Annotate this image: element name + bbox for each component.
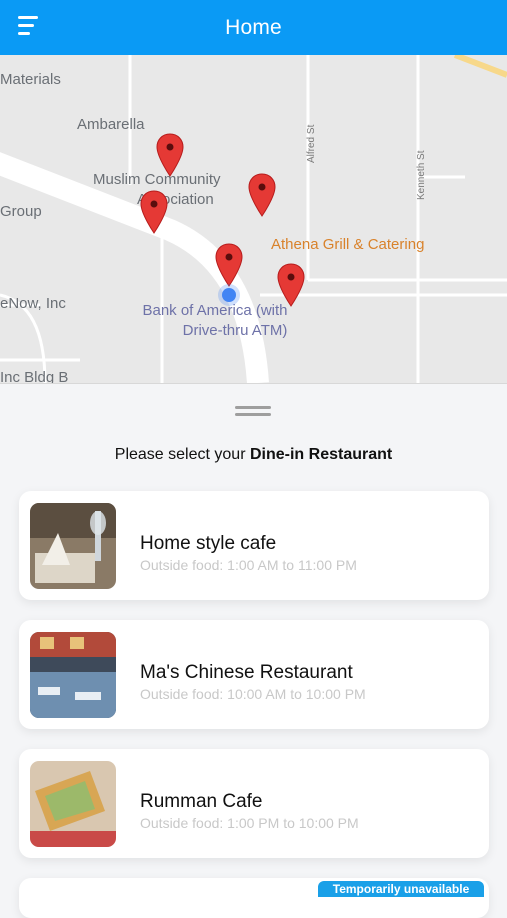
map-label: Group xyxy=(0,203,42,220)
map-label: eNow, Inc xyxy=(0,295,66,312)
street-label: Alfred St xyxy=(306,124,317,163)
map-label: Materials xyxy=(0,71,61,88)
map-pin-icon[interactable] xyxy=(215,243,243,287)
map-view[interactable]: Materials Ambarella Muslim Community Ass… xyxy=(0,55,507,383)
restaurant-card[interactable]: Rumman Cafe Outside food: 1:00 PM to 10:… xyxy=(19,749,489,858)
restaurant-hours: Outside food: 1:00 AM to 11:00 PM xyxy=(140,557,357,573)
page-title: Home xyxy=(225,15,282,39)
restaurant-name: Home style cafe xyxy=(140,533,277,554)
app-header: Home xyxy=(0,0,507,55)
restaurant-card[interactable]: Ma's Chinese Restaurant Outside food: 10… xyxy=(19,620,489,729)
bank-label-line2: Drive-thru ATM) xyxy=(182,322,288,339)
restaurant-hours: Outside food: 10:00 AM to 10:00 PM xyxy=(140,686,366,702)
map-label: Inc Bldg B xyxy=(0,369,69,383)
select-prompt: Please select your Dine-in Restaurant xyxy=(0,446,507,464)
status-badge: Temporarily unavailable xyxy=(318,881,484,897)
map-label: Athena Grill & Catering xyxy=(271,236,425,253)
street-label: Kenneth St xyxy=(416,150,427,200)
hamburger-menu-icon[interactable] xyxy=(18,16,44,38)
current-location-icon xyxy=(218,284,240,306)
bank-label-line1: Bank of America (with xyxy=(142,302,288,319)
restaurant-name: Ma's Chinese Restaurant xyxy=(140,662,353,683)
restaurant-name: Rumman Cafe xyxy=(140,791,263,812)
map-pin-icon[interactable] xyxy=(248,173,276,217)
restaurant-photo xyxy=(30,761,116,847)
map-pin-icon[interactable] xyxy=(277,263,305,307)
map-label: Bank of America (with Drive-thru ATM) xyxy=(135,301,295,341)
map-pin-icon[interactable] xyxy=(140,190,168,234)
prompt-bold-text: Dine-in Restaurant xyxy=(249,446,393,463)
drag-handle[interactable] xyxy=(235,404,271,418)
map-label: Ambarella xyxy=(77,116,145,133)
map-pin-icon[interactable] xyxy=(156,133,184,177)
restaurant-photo xyxy=(30,632,116,718)
restaurant-card[interactable]: Home style cafe Outside food: 1:00 AM to… xyxy=(19,491,489,600)
restaurant-photo xyxy=(30,503,116,589)
restaurant-sheet: Please select your Dine-in Restaurant Ho… xyxy=(0,383,507,918)
restaurant-hours: Outside food: 1:00 PM to 10:00 PM xyxy=(140,815,359,831)
prompt-text: Please select your xyxy=(114,446,250,463)
